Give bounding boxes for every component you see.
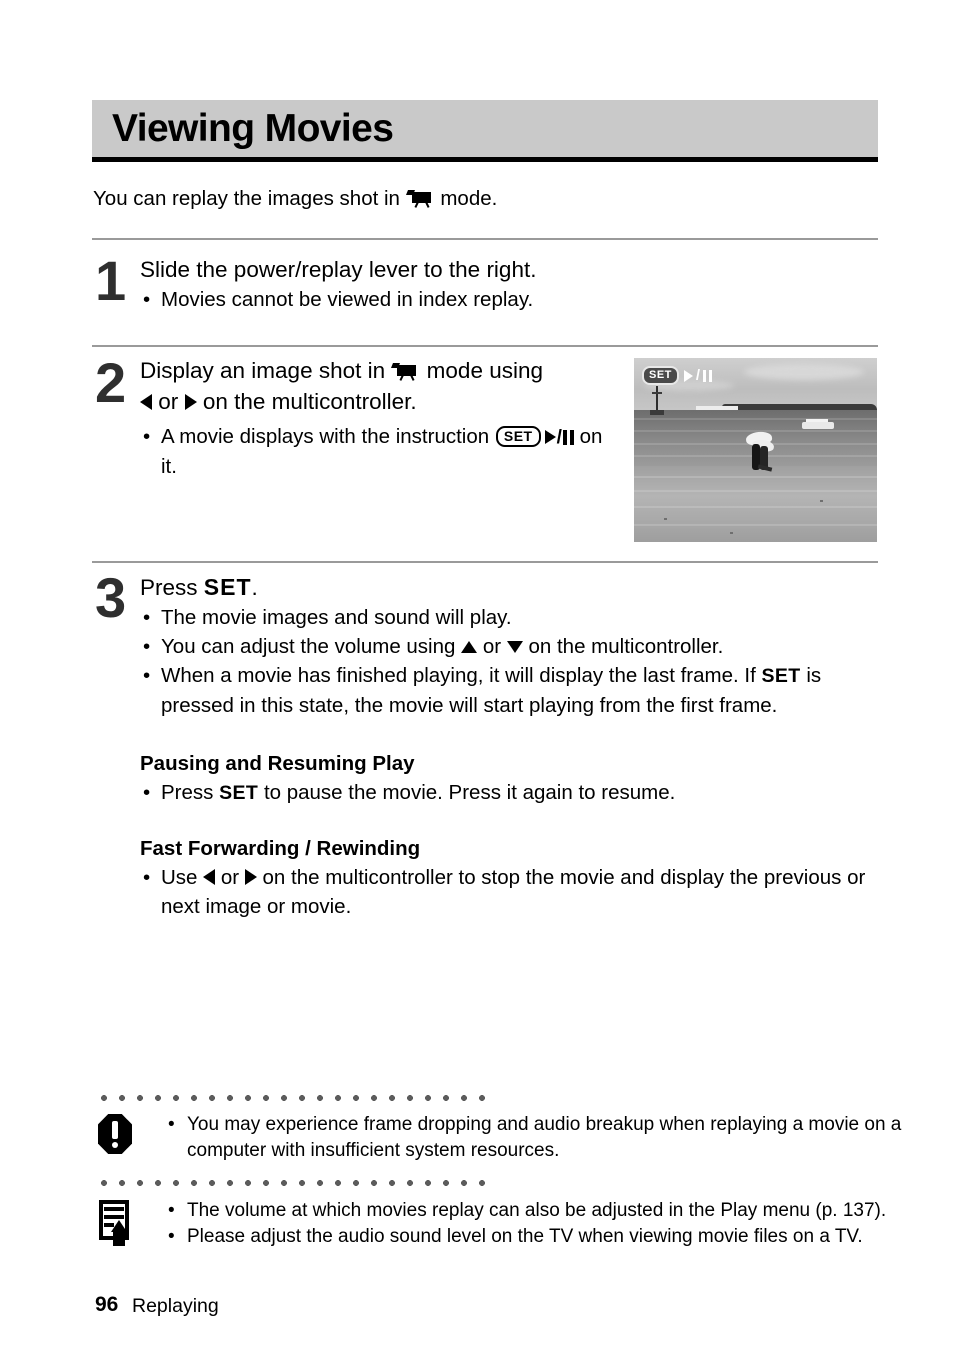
divider-step3: [92, 561, 878, 563]
bullet-dot: •: [143, 635, 151, 658]
step-1-number: 1: [95, 249, 126, 312]
overlay-play-icon: [683, 369, 693, 382]
arrow-right-icon: [184, 394, 197, 410]
step-3-number: 3: [95, 566, 126, 629]
thumbnail-set-overlay: SET /: [642, 366, 713, 385]
bullet-dot: •: [143, 866, 151, 889]
set-keyword: SET: [203, 574, 252, 600]
bullet-dot: •: [168, 1226, 175, 1247]
photo-tower-cross: [652, 392, 662, 394]
photo-boat-left: [650, 410, 664, 415]
subsection-1-bullet-part2: to pause the movie. Press it again to re…: [263, 781, 676, 804]
subsection-2-bullet-part2: or: [220, 866, 240, 889]
divider-top: [92, 238, 878, 240]
subsection-2-bullet: • Use or on the multicontroller to stop …: [140, 863, 880, 921]
bullet-dot: •: [143, 425, 151, 448]
pause-bars-icon: [562, 430, 574, 445]
step-3-bullet-1: • The movie images and sound will play.: [140, 603, 858, 632]
step-3-bullet-3: • When a movie has finished playing, it …: [140, 661, 858, 720]
arrow-down-icon: [506, 641, 523, 653]
overlay-set-badge: SET: [642, 366, 679, 385]
manual-page: Viewing Movies You can replay the images…: [0, 0, 954, 1352]
step-2-heading-part2: mode using: [426, 358, 543, 383]
set-keyword: SET: [761, 665, 801, 687]
step-2-heading-line-2: or on the multicontroller.: [140, 386, 620, 417]
bullet-dot: •: [143, 288, 151, 311]
step-2-heading-part1: Display an image shot in: [140, 358, 386, 383]
note-memo-text: • The volume at which movies replay can …: [165, 1198, 954, 1250]
overlay-slash: /: [695, 366, 701, 384]
subsection-2-body: • Use or on the multicontroller to stop …: [140, 863, 880, 921]
note-caution-bullet-1: • You may experience frame dropping and …: [165, 1112, 954, 1164]
subsection-2-heading: Fast Forwarding / Rewinding: [140, 837, 421, 860]
photo-boat-right: [802, 422, 834, 429]
slash-separator: /: [556, 427, 562, 448]
arrow-up-icon: [461, 641, 478, 653]
caution-octagon-icon: [95, 1114, 135, 1154]
movie-mode-icon: [391, 363, 418, 381]
step-2-number: 2: [95, 351, 126, 414]
step-1-heading: Slide the power/replay lever to the righ…: [140, 257, 537, 282]
bullet-dot: •: [168, 1114, 175, 1135]
note-memo-bullet-1: • The volume at which movies replay can …: [165, 1198, 954, 1224]
subsection-2-bullet-part3: on the multicontroller to stop the movie…: [161, 866, 866, 918]
divider-step2: [92, 345, 878, 347]
step-2-heading-part3: or: [158, 389, 179, 414]
step-3-bullet-2-part3: on the multicontroller.: [528, 635, 724, 658]
step-3-bullet-2-part2: or: [482, 635, 502, 658]
movie-thumbnail-photo: SET /: [634, 358, 877, 542]
intro-text-before: You can replay the images shot in: [93, 187, 400, 210]
note-memo-bullet-2: • Please adjust the audio sound level on…: [165, 1224, 954, 1250]
step-2-bullet-part1: A movie displays with the instruction: [161, 425, 490, 448]
set-button-glyph: SET: [495, 426, 541, 447]
bullet-dot: •: [143, 664, 151, 687]
subsection-1-bullet: • Press SET to pause the movie. Press it…: [140, 778, 880, 808]
step-3-heading-part2: .: [251, 575, 258, 600]
memo-pencil-icon: [95, 1198, 139, 1246]
intro-paragraph: You can replay the images shot in mode.: [93, 185, 497, 213]
arrow-left-icon: [140, 394, 152, 410]
note-memo-bullet-2-text: Please adjust the audio sound level on t…: [187, 1226, 863, 1247]
overlay-pause-icon: [703, 369, 713, 382]
page-section-label: Replaying: [132, 1295, 219, 1317]
step-3-bullet-3-part1: When a movie has finished playing, it wi…: [161, 664, 756, 687]
step-3-bullet-2-part1: You can adjust the volume using: [161, 635, 456, 658]
step-3-body: Press SET. • The movie images and sound …: [140, 572, 858, 720]
step-1-bullet: • Movies cannot be viewed in index repla…: [140, 285, 860, 314]
page-title-underline: [92, 157, 878, 162]
photo-cloud: [744, 364, 864, 380]
step-3-heading: Press SET.: [140, 572, 858, 603]
bullet-dot: •: [143, 606, 151, 629]
subsection-2-bullet-part1: Use: [161, 866, 198, 889]
step-3-heading-part1: Press: [140, 575, 198, 600]
movie-mode-icon: [405, 190, 433, 208]
photo-tower: [656, 386, 658, 412]
note-memo-bullet-1-text: The volume at which movies replay can al…: [187, 1200, 887, 1221]
set-keyword: SET: [219, 782, 259, 804]
dotted-separator-bottom: [95, 1180, 491, 1186]
page-title: Viewing Movies: [112, 107, 394, 150]
subsection-1-bullet-part1: Press: [161, 781, 214, 804]
note-caution-bullet-1-text: You may experience frame dropping and au…: [187, 1114, 902, 1161]
page-number: 96: [95, 1293, 119, 1316]
arrow-right-icon: [244, 869, 257, 885]
photo-sand: [634, 466, 877, 542]
bullet-dot: •: [168, 1200, 175, 1221]
step-2-bullet: • A movie displays with the instruction …: [140, 422, 620, 481]
step-3-bullet-1-text: The movie images and sound will play.: [161, 606, 512, 629]
step-2-heading-part4: on the multicontroller.: [202, 389, 417, 414]
step-3-bullet-2: • You can adjust the volume using or on …: [140, 632, 858, 661]
arrow-left-icon: [203, 869, 216, 885]
step-2-heading-line-1: Display an image shot in mode using: [140, 355, 620, 386]
step-1-body: Slide the power/replay lever to the righ…: [140, 254, 860, 314]
subsection-1-heading: Pausing and Resuming Play: [140, 752, 415, 775]
dotted-separator-top: [95, 1095, 491, 1101]
play-triangle-icon: [544, 430, 556, 444]
subsection-1-body: • Press SET to pause the movie. Press it…: [140, 778, 880, 808]
step-2-body: Display an image shot in mode using or o…: [140, 355, 620, 481]
intro-text-after: mode.: [440, 187, 498, 210]
bullet-dot: •: [143, 781, 151, 804]
note-caution-text: • You may experience frame dropping and …: [165, 1112, 954, 1164]
step-1-bullet-text: Movies cannot be viewed in index replay.: [161, 288, 534, 311]
